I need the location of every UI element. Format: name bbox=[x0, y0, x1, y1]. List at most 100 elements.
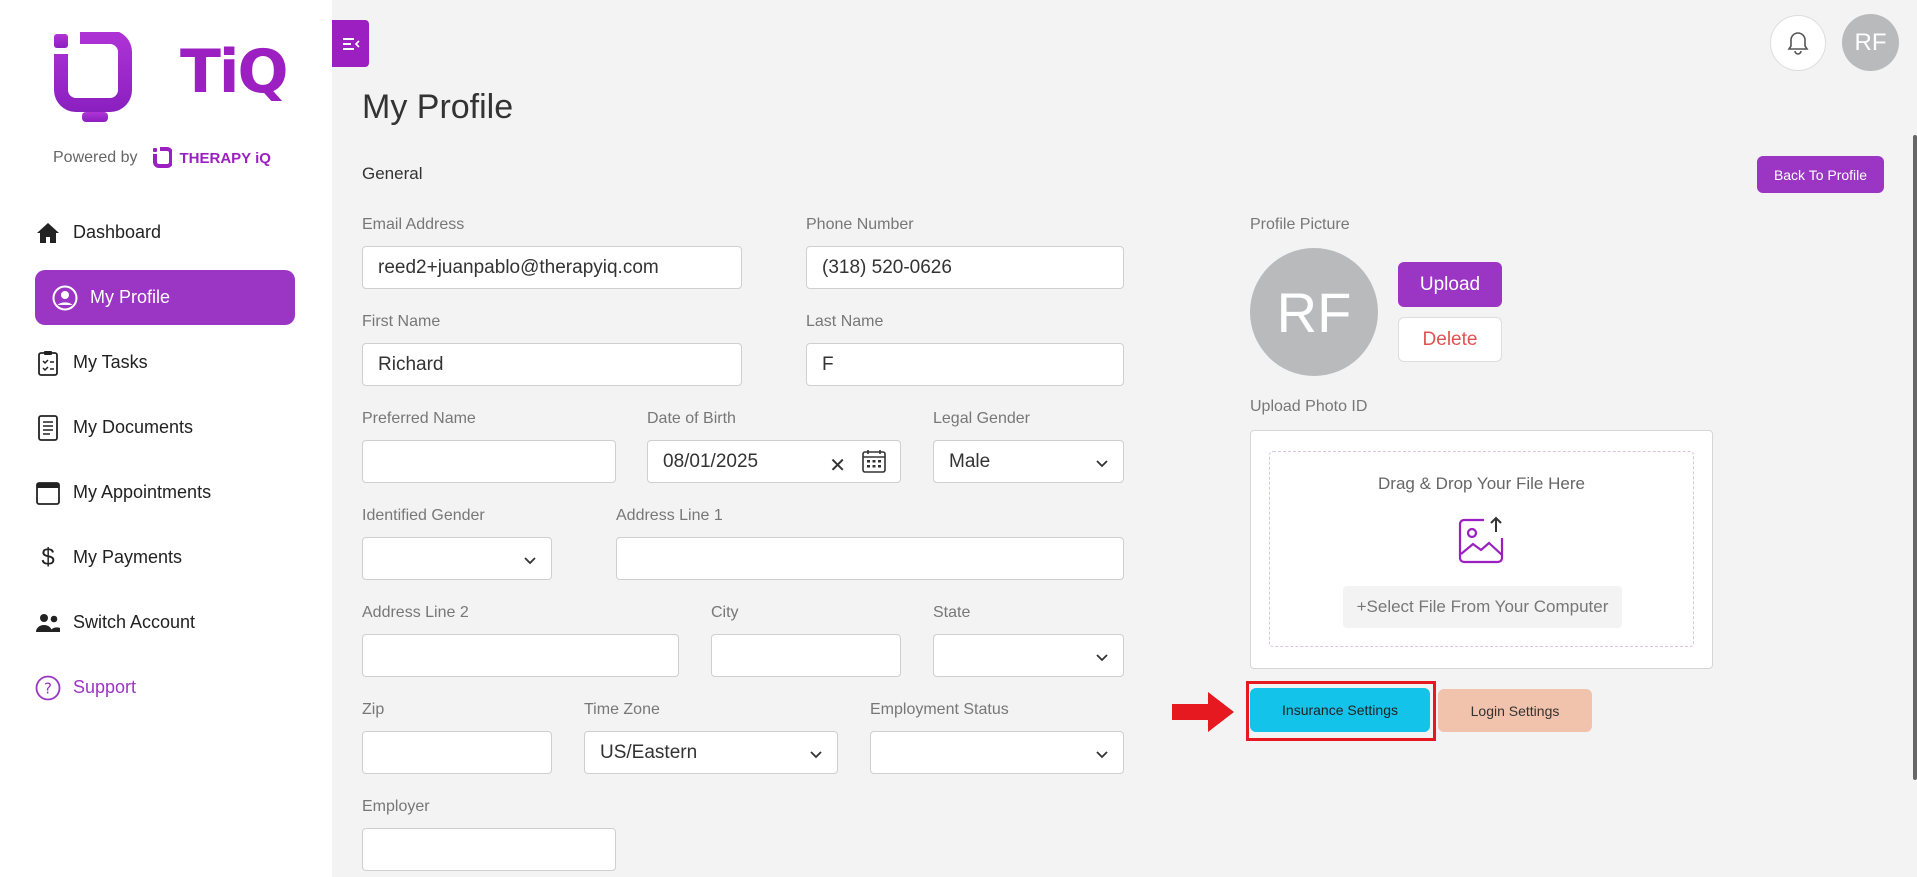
users-icon bbox=[35, 610, 61, 636]
city-input[interactable] bbox=[711, 634, 901, 677]
dob-input[interactable]: 08/01/2025 ✕ bbox=[647, 440, 901, 483]
employment-status-field-group: Employment Status bbox=[870, 701, 1124, 774]
city-label: City bbox=[711, 604, 739, 621]
sidebar-item-label: Switch Account bbox=[73, 612, 196, 632]
scrollbar[interactable] bbox=[1913, 135, 1917, 780]
sidebar-item-label: Dashboard bbox=[73, 222, 162, 242]
identified-gender-select[interactable] bbox=[362, 537, 552, 580]
home-icon bbox=[35, 220, 61, 246]
zip-label: Zip bbox=[362, 701, 385, 718]
chevron-down-icon bbox=[1095, 648, 1109, 670]
user-avatar[interactable]: RF bbox=[1842, 14, 1899, 71]
select-file-button[interactable]: +Select File From Your Computer bbox=[1343, 586, 1622, 628]
address1-field-group: Address Line 1 bbox=[616, 507, 1124, 580]
profile-picture-label: Profile Picture bbox=[1250, 216, 1350, 233]
phone-field-group: Phone Number (318) 520-0626 bbox=[806, 216, 1124, 289]
first-name-field-group: First Name Richard bbox=[362, 313, 742, 386]
legal-gender-field-group: Legal Gender Male bbox=[933, 410, 1124, 483]
sidebar-item-label: My Payments bbox=[73, 547, 183, 567]
sidebar-item-dashboard[interactable]: Dashboard bbox=[35, 205, 295, 260]
sidebar-item-label: Support bbox=[73, 677, 137, 697]
sidebar-item-switch-account[interactable]: Switch Account bbox=[35, 595, 295, 650]
sidebar-item-label: My Appointments bbox=[73, 482, 212, 502]
delete-picture-button[interactable]: Delete bbox=[1398, 317, 1502, 362]
sidebar-item-my-tasks[interactable]: My Tasks bbox=[35, 335, 295, 390]
sidebar-item-support[interactable]: ? Support bbox=[35, 660, 295, 715]
dropzone-inner: Drag & Drop Your File Here +Select File … bbox=[1269, 451, 1694, 647]
sidebar-item-label: My Documents bbox=[73, 417, 194, 437]
preferred-name-field-group: Preferred Name bbox=[362, 410, 616, 483]
last-name-input[interactable]: F bbox=[806, 343, 1124, 386]
bell-icon bbox=[1787, 32, 1809, 55]
preferred-name-input[interactable] bbox=[362, 440, 616, 483]
time-zone-select[interactable]: US/Eastern bbox=[584, 731, 838, 774]
upload-picture-button[interactable]: Upload bbox=[1398, 262, 1502, 307]
identified-gender-label: Identified Gender bbox=[362, 507, 485, 524]
preferred-name-label: Preferred Name bbox=[362, 410, 476, 427]
task-list-icon bbox=[35, 350, 61, 376]
chevron-down-icon bbox=[1095, 454, 1109, 476]
clear-date-icon[interactable]: ✕ bbox=[829, 453, 846, 478]
dob-label: Date of Birth bbox=[647, 410, 736, 427]
employment-status-select[interactable] bbox=[870, 731, 1124, 774]
address2-label: Address Line 2 bbox=[362, 604, 469, 621]
page-title: My Profile bbox=[362, 88, 514, 126]
sidebar-item-my-documents[interactable]: My Documents bbox=[35, 400, 295, 455]
user-circle-icon bbox=[52, 285, 78, 311]
last-name-label: Last Name bbox=[806, 313, 884, 330]
calendar-picker-icon[interactable] bbox=[862, 449, 886, 479]
employer-label: Employer bbox=[362, 798, 430, 815]
zip-field-group: Zip bbox=[362, 701, 552, 774]
time-zone-field-group: Time Zone US/Eastern bbox=[584, 701, 838, 774]
address2-field-group: Address Line 2 bbox=[362, 604, 679, 677]
employment-status-label: Employment Status bbox=[870, 701, 1009, 718]
login-settings-button[interactable]: Login Settings bbox=[1438, 689, 1592, 732]
sidebar-item-my-appointments[interactable]: My Appointments bbox=[35, 465, 295, 520]
sidebar-item-my-profile[interactable]: My Profile bbox=[35, 270, 295, 325]
city-field-group: City bbox=[711, 604, 901, 677]
address2-input[interactable] bbox=[362, 634, 679, 677]
annotation-arrow-icon bbox=[1172, 692, 1234, 732]
zip-input[interactable] bbox=[362, 731, 552, 774]
state-field-group: State bbox=[933, 604, 1124, 677]
last-name-field-group: Last Name F bbox=[806, 313, 1124, 386]
photo-id-dropzone[interactable]: Drag & Drop Your File Here +Select File … bbox=[1250, 430, 1713, 669]
svg-text:?: ? bbox=[44, 679, 52, 697]
first-name-input[interactable]: Richard bbox=[362, 343, 742, 386]
legal-gender-value: Male bbox=[949, 450, 991, 472]
phone-label: Phone Number bbox=[806, 216, 914, 233]
sidebar-toggle-button[interactable] bbox=[332, 20, 369, 67]
state-select[interactable] bbox=[933, 634, 1124, 677]
calendar-icon bbox=[35, 480, 61, 506]
insurance-settings-button[interactable]: Insurance Settings bbox=[1250, 688, 1430, 732]
chevron-down-icon bbox=[523, 551, 537, 573]
sidebar-item-label: My Tasks bbox=[73, 352, 148, 372]
sidebar-item-label: My Profile bbox=[90, 287, 171, 307]
email-input[interactable]: reed2+juanpablo@therapyiq.com bbox=[362, 246, 742, 289]
app-name: TiQ bbox=[180, 37, 288, 107]
back-to-profile-button[interactable]: Back To Profile bbox=[1757, 156, 1884, 193]
employer-input[interactable] bbox=[362, 828, 616, 871]
email-field-group: Email Address reed2+juanpablo@therapyiq.… bbox=[362, 216, 742, 289]
dob-field-group: Date of Birth 08/01/2025 ✕ bbox=[647, 410, 901, 483]
email-label: Email Address bbox=[362, 216, 465, 233]
employer-field-group: Employer bbox=[362, 798, 616, 871]
section-title: General bbox=[362, 164, 423, 183]
dropzone-text: Drag & Drop Your File Here bbox=[1378, 474, 1585, 493]
notifications-button[interactable] bbox=[1770, 15, 1826, 71]
state-label: State bbox=[933, 604, 971, 621]
legal-gender-select[interactable]: Male bbox=[933, 440, 1124, 483]
sidebar-item-my-payments[interactable]: $ My Payments bbox=[35, 530, 295, 585]
time-zone-value: US/Eastern bbox=[600, 741, 698, 763]
address1-input[interactable] bbox=[616, 537, 1124, 580]
sidebar: TiQ Powered by THERAPY iQ Dashboard My P… bbox=[0, 0, 332, 877]
identified-gender-field-group: Identified Gender bbox=[362, 507, 552, 580]
sidebar-nav: Dashboard My Profile My Tasks My Documen… bbox=[35, 205, 295, 725]
legal-gender-label: Legal Gender bbox=[933, 410, 1030, 427]
parent-brand-label: THERAPY iQ bbox=[179, 149, 271, 167]
phone-input[interactable]: (318) 520-0626 bbox=[806, 246, 1124, 289]
address1-label: Address Line 1 bbox=[616, 507, 723, 524]
collapse-menu-icon bbox=[342, 37, 360, 50]
chevron-down-icon bbox=[1095, 745, 1109, 767]
time-zone-label: Time Zone bbox=[584, 701, 660, 718]
